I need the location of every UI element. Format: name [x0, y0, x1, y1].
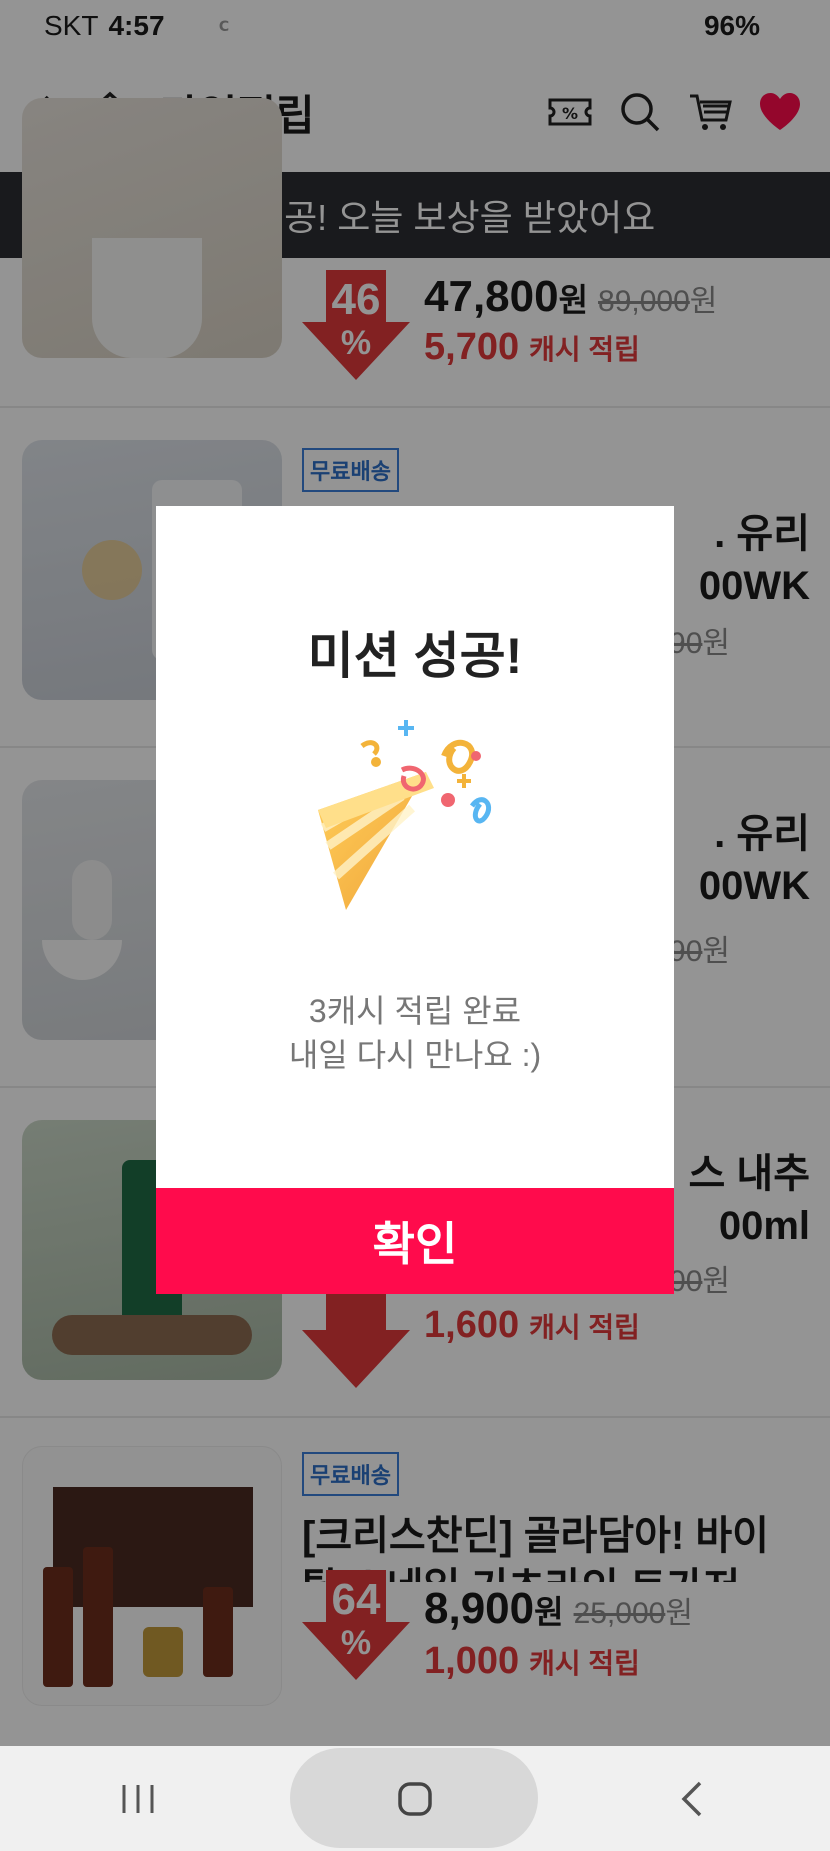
dialog-message-line1: 3캐시 적립 완료 [308, 993, 522, 1029]
mission-success-dialog: 미션 성공! 3캐시 적립 완료 내일 다시 만나요 :) 확인 [156, 506, 674, 1294]
chevron-left-icon [681, 1781, 701, 1816]
dialog-message-line2: 내일 다시 만나요 :) [288, 1037, 542, 1073]
party-popper-icon [318, 720, 492, 910]
system-nav-bar [0, 1746, 830, 1851]
home-circle-icon [398, 1781, 432, 1816]
back-nav-button[interactable] [652, 1759, 732, 1839]
dialog-title: 미션 성공! [307, 628, 523, 684]
confirm-button[interactable]: 확인 [156, 1188, 674, 1294]
recent-apps-icon [122, 1784, 154, 1813]
home-nav-button[interactable] [375, 1759, 455, 1839]
recent-apps-button[interactable] [98, 1759, 178, 1839]
